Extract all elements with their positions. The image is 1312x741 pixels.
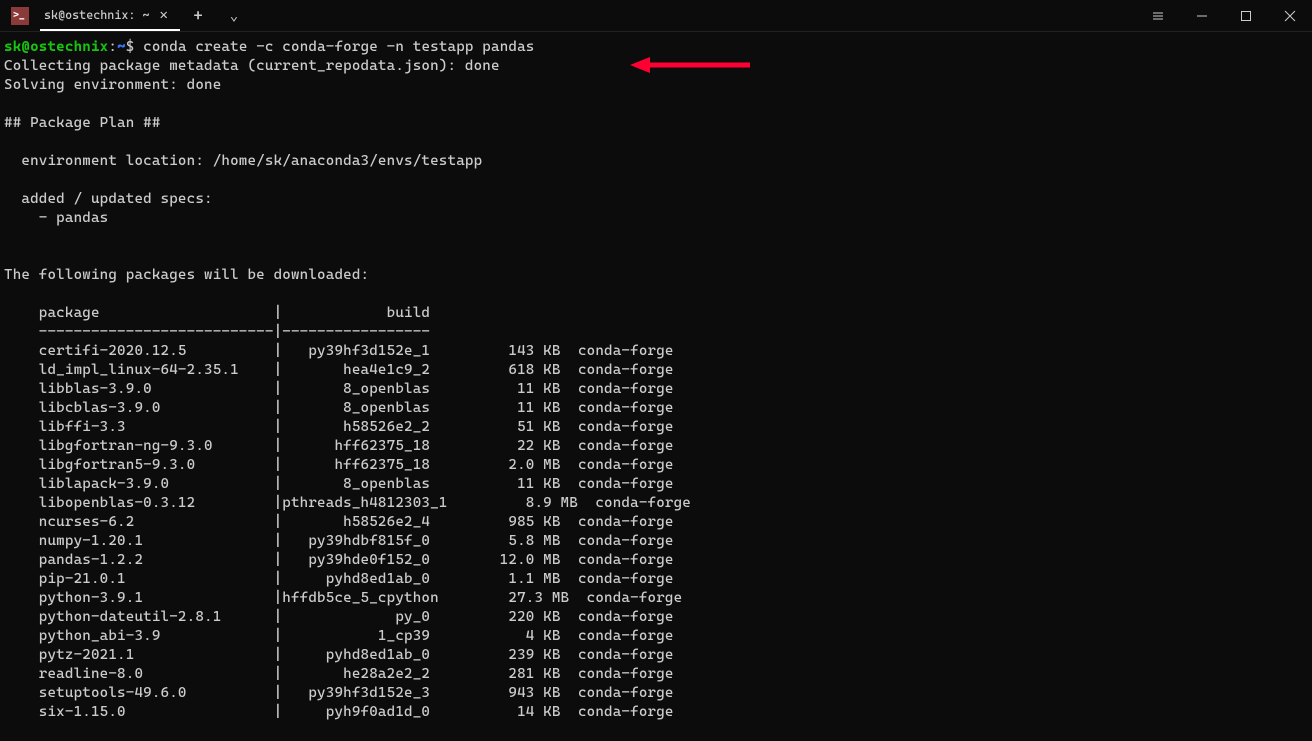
output-line: added / updated specs: [4, 191, 213, 207]
window-controls [1136, 0, 1312, 31]
output-line: environment location: /home/sk/anaconda3… [4, 153, 482, 169]
output-line: ld_impl_linux-64-2.35.1 | hea4e1c9_2 618… [4, 362, 674, 378]
output-line: The following packages will be downloade… [4, 267, 369, 283]
output-line: python-3.9.1 |hffdb5ce_5_cpython 27.3 MB… [4, 590, 682, 606]
output-line: package | build [4, 305, 430, 321]
output-line: libgfortran-ng-9.3.0 | hff62375_18 22 KB… [4, 438, 674, 454]
output-line: setuptools-49.6.0 | py39hf3d152e_3 943 K… [4, 685, 674, 701]
titlebar: >_ sk@ostechnix: ~ ✕ + ⌄ [0, 0, 1312, 32]
output-line: libopenblas-0.3.12 |pthreads_h4812303_1 … [4, 495, 691, 511]
new-tab-button[interactable]: + [180, 0, 216, 31]
output-line: pytz-2021.1 | pyhd8ed1ab_0 239 KB conda-… [4, 647, 674, 663]
terminal-output[interactable]: sk@ostechnix:~$ conda create -c conda-fo… [0, 32, 1312, 728]
output-line: six-1.15.0 | pyh9f0ad1d_0 14 KB conda-fo… [4, 704, 674, 720]
output-line: ---------------------------|------------… [4, 324, 430, 340]
output-line: pip-21.0.1 | pyhd8ed1ab_0 1.1 MB conda-f… [4, 571, 674, 587]
output-line: Collecting package metadata (current_rep… [4, 58, 500, 74]
output-line: libblas-3.9.0 | 8_openblas 11 KB conda-f… [4, 381, 674, 397]
tab-dropdown-button[interactable]: ⌄ [216, 0, 252, 31]
tab-title: sk@ostechnix: ~ [44, 8, 149, 22]
output-line: ## Package Plan ## [4, 115, 161, 131]
output-line: numpy-1.20.1 | py39hdbf815f_0 5.8 MB con… [4, 533, 674, 549]
terminal-icon: >_ [11, 7, 29, 25]
prompt-user: sk@ostechnix [4, 39, 108, 55]
output-line: libgfortran5-9.3.0 | hff62375_18 2.0 MB … [4, 457, 674, 473]
command-text: conda create -c conda-forge -n testapp p… [134, 39, 534, 55]
app-icon: >_ [0, 0, 40, 31]
close-tab-icon[interactable]: ✕ [159, 7, 167, 23]
titlebar-drag-area[interactable] [252, 0, 1136, 31]
output-line: Solving environment: done [4, 77, 221, 93]
maximize-button[interactable] [1224, 0, 1268, 31]
output-line: certifi-2020.12.5 | py39hf3d152e_1 143 K… [4, 343, 674, 359]
tab-active[interactable]: sk@ostechnix: ~ ✕ [40, 0, 180, 31]
output-line: readline-8.0 | he28a2e2_2 281 KB conda-f… [4, 666, 674, 682]
minimize-button[interactable] [1180, 0, 1224, 31]
output-line: ncurses-6.2 | h58526e2_4 985 KB conda-fo… [4, 514, 674, 530]
output-line: liblapack-3.9.0 | 8_openblas 11 KB conda… [4, 476, 674, 492]
menu-icon[interactable] [1136, 0, 1180, 31]
output-line: pandas-1.2.2 | py39hde0f152_0 12.0 MB co… [4, 552, 674, 568]
close-window-button[interactable] [1268, 0, 1312, 31]
output-line: python-dateutil-2.8.1 | py_0 220 KB cond… [4, 609, 674, 625]
output-line: - pandas [4, 210, 108, 226]
output-line: python_abi-3.9 | 1_cp39 4 KB conda-forge [4, 628, 674, 644]
prompt-colon: : [108, 39, 117, 55]
output-line: libffi-3.3 | h58526e2_2 51 KB conda-forg… [4, 419, 674, 435]
prompt-path: ~ [117, 39, 126, 55]
output-line: libcblas-3.9.0 | 8_openblas 11 KB conda-… [4, 400, 674, 416]
